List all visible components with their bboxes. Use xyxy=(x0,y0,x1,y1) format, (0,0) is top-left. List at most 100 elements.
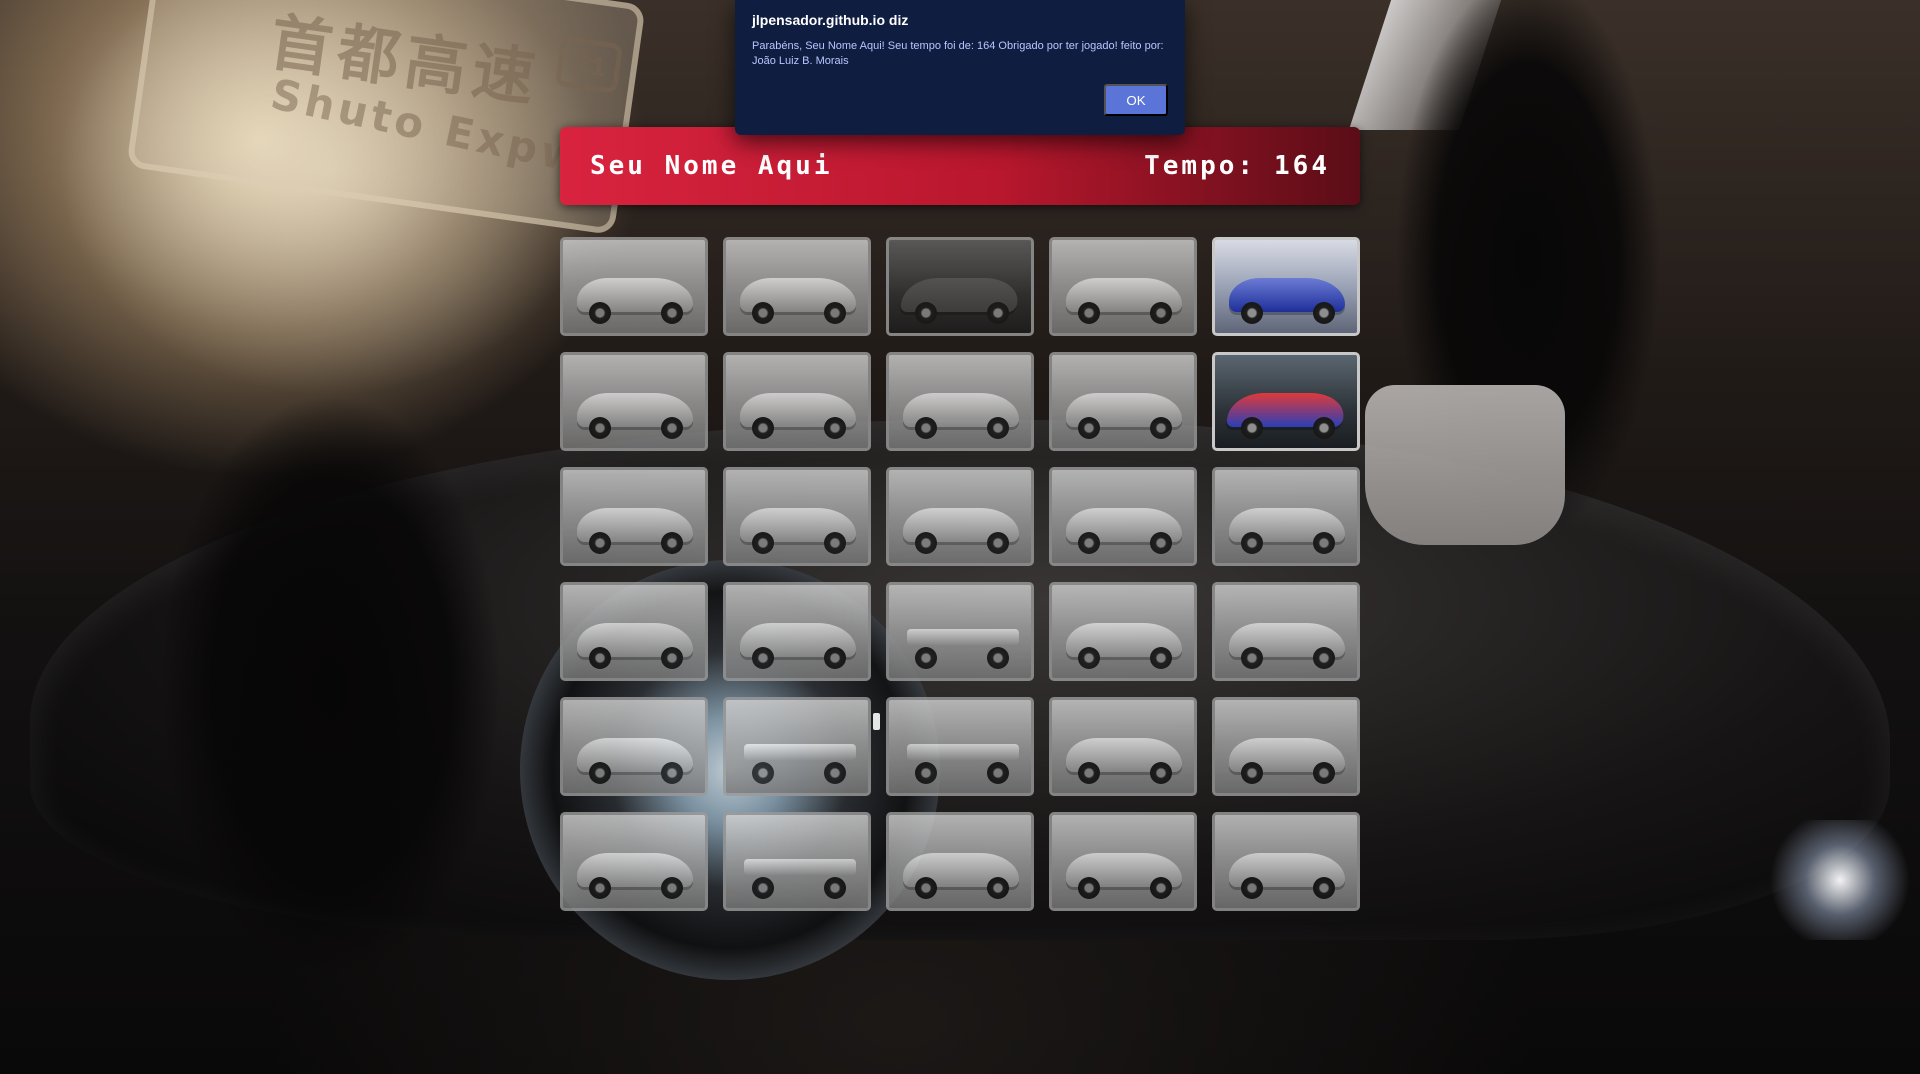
wheel-icon xyxy=(987,647,1009,669)
memory-card[interactable] xyxy=(723,582,871,681)
memory-card[interactable] xyxy=(560,237,708,336)
wheel-icon xyxy=(987,417,1009,439)
wheel-icon xyxy=(661,877,683,899)
wheel-icon xyxy=(1313,647,1335,669)
wheel-icon xyxy=(661,302,683,324)
car-icon xyxy=(744,744,856,760)
memory-card[interactable] xyxy=(886,697,1034,796)
car-icon xyxy=(907,744,1019,760)
wheel-icon xyxy=(987,302,1009,324)
memory-card[interactable] xyxy=(1212,467,1360,566)
memory-card[interactable] xyxy=(1212,697,1360,796)
wheel-icon xyxy=(824,877,846,899)
memory-card[interactable] xyxy=(723,237,871,336)
memory-card[interactable] xyxy=(1049,582,1197,681)
wheel-icon xyxy=(824,302,846,324)
wheel-icon xyxy=(1241,532,1263,554)
wheel-icon xyxy=(589,532,611,554)
memory-card[interactable] xyxy=(560,582,708,681)
wheel-icon xyxy=(1150,302,1172,324)
wheel-icon xyxy=(1078,532,1100,554)
memory-card[interactable] xyxy=(1049,237,1197,336)
wheel-icon xyxy=(589,417,611,439)
wheel-icon xyxy=(824,762,846,784)
wheel-icon xyxy=(824,417,846,439)
wheel-icon xyxy=(752,302,774,324)
wheel-icon xyxy=(1313,302,1335,324)
background-skirt xyxy=(1365,385,1565,545)
wheel-icon xyxy=(752,532,774,554)
memory-card[interactable] xyxy=(1212,582,1360,681)
background-person-left xyxy=(100,300,520,1000)
wheel-icon xyxy=(1241,417,1263,439)
wheel-icon xyxy=(1150,647,1172,669)
memory-card[interactable] xyxy=(886,467,1034,566)
wheel-icon xyxy=(752,417,774,439)
memory-card[interactable] xyxy=(723,697,871,796)
wheel-icon xyxy=(1150,762,1172,784)
wheel-icon xyxy=(661,647,683,669)
wheel-icon xyxy=(1078,647,1100,669)
card-grid xyxy=(560,237,1360,911)
memory-card[interactable] xyxy=(886,582,1034,681)
wheel-icon xyxy=(1078,762,1100,784)
wheel-icon xyxy=(1313,762,1335,784)
wheel-icon xyxy=(661,762,683,784)
scroll-handle[interactable] xyxy=(873,713,880,730)
wheel-icon xyxy=(915,647,937,669)
wheel-icon xyxy=(589,877,611,899)
wheel-icon xyxy=(915,417,937,439)
car-icon xyxy=(744,859,856,875)
wheel-icon xyxy=(1078,877,1100,899)
wheel-icon xyxy=(915,877,937,899)
memory-card[interactable] xyxy=(1212,237,1360,336)
timer: Tempo: 164 xyxy=(1144,151,1330,181)
wheel-icon xyxy=(1241,302,1263,324)
memory-card[interactable] xyxy=(1049,467,1197,566)
wheel-icon xyxy=(1313,877,1335,899)
wheel-icon xyxy=(589,302,611,324)
game-header: Seu Nome Aqui Tempo: 164 xyxy=(560,127,1360,205)
memory-card[interactable] xyxy=(1049,352,1197,451)
memory-card[interactable] xyxy=(560,467,708,566)
player-name: Seu Nome Aqui xyxy=(590,151,833,181)
memory-card[interactable] xyxy=(1212,812,1360,911)
memory-card[interactable] xyxy=(723,812,871,911)
wheel-icon xyxy=(1150,877,1172,899)
car-icon xyxy=(907,629,1019,645)
wheel-icon xyxy=(1241,877,1263,899)
memory-card[interactable] xyxy=(886,812,1034,911)
wheel-icon xyxy=(752,647,774,669)
wheel-icon xyxy=(589,647,611,669)
wheel-icon xyxy=(824,532,846,554)
wheel-icon xyxy=(1078,302,1100,324)
memory-card[interactable] xyxy=(560,697,708,796)
wheel-icon xyxy=(915,532,937,554)
memory-card[interactable] xyxy=(560,352,708,451)
wheel-icon xyxy=(1078,417,1100,439)
wheel-icon xyxy=(1313,532,1335,554)
background-headlight xyxy=(1760,820,1920,940)
ok-button[interactable]: OK xyxy=(1104,84,1168,116)
wheel-icon xyxy=(752,762,774,784)
memory-card[interactable] xyxy=(1049,697,1197,796)
wheel-icon xyxy=(1150,417,1172,439)
memory-card[interactable] xyxy=(723,467,871,566)
memory-card[interactable] xyxy=(886,237,1034,336)
wheel-icon xyxy=(915,302,937,324)
wheel-icon xyxy=(661,532,683,554)
timer-label: Tempo: xyxy=(1144,151,1257,181)
timer-value: 164 xyxy=(1274,151,1330,181)
wheel-icon xyxy=(987,877,1009,899)
memory-card[interactable] xyxy=(886,352,1034,451)
memory-card[interactable] xyxy=(723,352,871,451)
memory-card[interactable] xyxy=(1212,352,1360,451)
memory-card[interactable] xyxy=(560,812,708,911)
wheel-icon xyxy=(661,417,683,439)
wheel-icon xyxy=(752,877,774,899)
wheel-icon xyxy=(1241,647,1263,669)
wheel-icon xyxy=(1150,532,1172,554)
wheel-icon xyxy=(987,762,1009,784)
wheel-icon xyxy=(589,762,611,784)
memory-card[interactable] xyxy=(1049,812,1197,911)
